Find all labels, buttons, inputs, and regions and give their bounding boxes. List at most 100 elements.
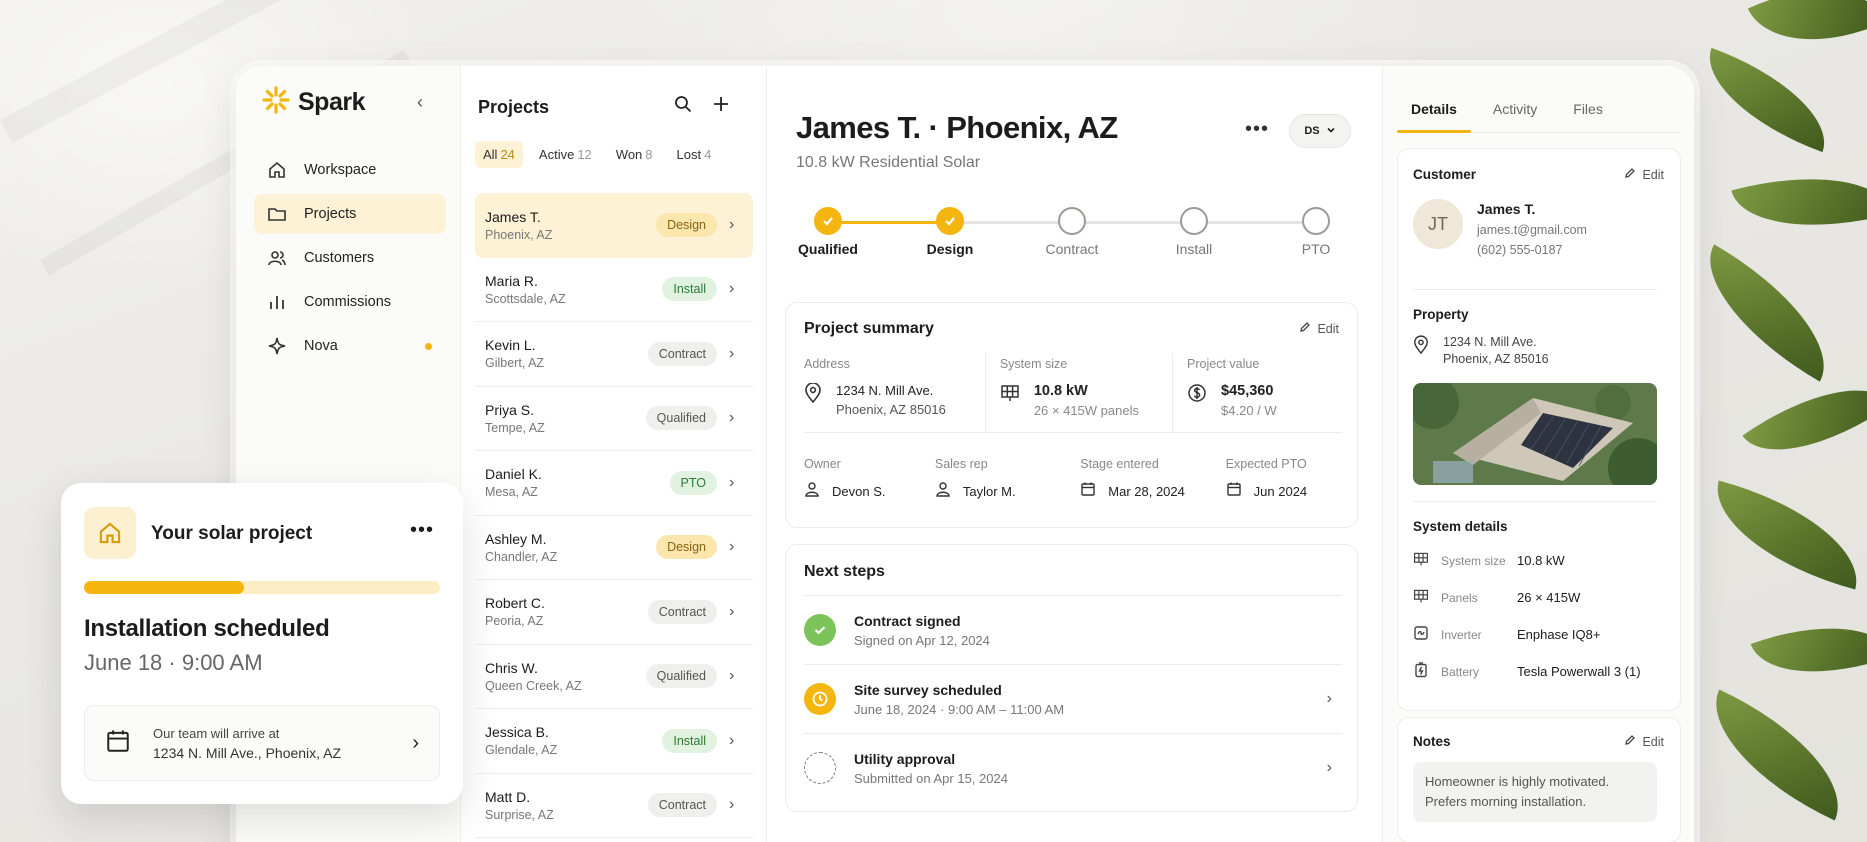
project-name: Jessica B. [485,724,549,741]
property-address: 1234 N. Mill Ave. Phoenix, AZ 85016 [1413,335,1549,366]
stepper-track [950,221,1316,224]
notes-text[interactable]: Homeowner is highly motivated. Prefers m… [1413,762,1657,822]
tab-files[interactable]: Files [1573,66,1603,132]
arrival-info[interactable]: Our team will arrive at 1234 N. Mill Ave… [84,705,440,781]
pencil-icon [1299,321,1311,336]
sidebar-item-commissions[interactable]: Commissions [254,282,446,322]
customer-email[interactable]: james.t@gmail.com [1477,223,1587,237]
filter-won[interactable]: Won 8 [608,141,661,168]
stage-badge: Qualified [645,664,717,689]
detail-tabs: Details Activity Files [1397,66,1681,133]
edit-button[interactable]: Edit [1299,321,1339,336]
customer-phone[interactable]: (602) 555-0187 [1477,243,1587,257]
edit-label: Edit [1642,167,1664,182]
home-icon [84,507,136,559]
chevron-right-icon: › [729,538,735,556]
project-row[interactable]: Matt D. Surprise, AZ Contract › [475,774,753,838]
system-row: Panels 26 × 415W [1413,588,1580,607]
next-step-item[interactable]: Contract signed Signed on Apr 12, 2024 [804,595,1342,664]
customer-title: Customer [1413,167,1477,182]
search-icon[interactable] [673,94,693,119]
sidebar-item-projects[interactable]: Projects [254,194,446,234]
next-step-item[interactable]: Utility approval Submitted on Apr 15, 202… [804,733,1342,802]
clock-icon [804,683,836,715]
filter-count: 8 [645,147,653,162]
edit-customer-button[interactable]: Edit [1624,167,1664,182]
person-icon [935,481,951,502]
address-line2: Phoenix, AZ 85016 [836,402,946,417]
tab-details[interactable]: Details [1397,66,1471,133]
sparkle-icon [266,335,288,357]
sales-rep-label: Sales rep [934,457,988,471]
filter-all[interactable]: All 24 [475,141,523,168]
edit-notes-button[interactable]: Edit [1624,734,1664,749]
chevron-right-icon: › [729,602,735,620]
project-name: Maria R. [485,272,538,289]
step-design[interactable]: Design [910,204,990,257]
summary-bottom-row: Owner Devon S. Sales rep Taylor M. Stage… [804,453,1342,502]
notification-dot [425,342,432,350]
stage-badge: Install [662,277,717,302]
filter-active[interactable]: Active 12 [531,141,600,168]
map-pin-icon [804,382,822,408]
project-row[interactable]: James T. Phoenix, AZ Design › [475,193,753,258]
customer-avatar: JT [1413,199,1463,249]
system-size-cell: System size 10.8 kW 26 × 415W panels [984,353,1172,432]
chevron-right-icon: › [729,796,735,814]
project-row[interactable]: Jessica B. Glendale, AZ Install › [475,709,753,774]
chevron-down-icon [1326,125,1336,138]
project-row[interactable]: Chris W. Queen Creek, AZ Qualified › [475,645,753,709]
more-options-icon[interactable]: ••• [1245,118,1269,141]
project-row[interactable]: Maria R. Scottsdale, AZ Install › [475,258,753,322]
step-label: Install [1175,241,1213,257]
project-name: Matt D. [485,788,531,805]
page-title: James T. · Phoenix, AZ [796,110,1118,145]
note-line: Homeowner is highly motivated. [1425,774,1610,789]
divider [1413,501,1657,502]
tab-activity[interactable]: Activity [1493,66,1537,132]
project-row[interactable]: Priya S. Tempe, AZ Qualified › [475,387,753,451]
system-key: System size [1441,553,1506,568]
project-summary-card: Project summary Edit Address 1234 N. Mil… [785,302,1358,528]
project-row[interactable]: Robert C. Peoria, AZ Contract › [475,580,753,645]
brand-name: Spark [298,88,365,116]
next-step-title: Site survey scheduled [854,681,1002,698]
stage-badge: Design [656,213,717,238]
empty-circle-icon [1302,207,1330,235]
calendar-icon [1080,481,1096,502]
user-menu[interactable]: DS [1289,114,1351,148]
filter-lost[interactable]: Lost 4 [669,141,720,168]
chevron-right-icon: › [729,344,735,362]
check-icon [936,207,964,235]
sidebar-item-nova[interactable]: Nova [254,326,446,366]
notes-title: Notes [1413,734,1451,749]
brand[interactable]: Spark [262,86,365,119]
step-install[interactable]: Install [1154,204,1234,257]
owner-cell: Owner Devon S. [804,453,935,502]
sidebar-nav: Workspace Projects Customers Commissions [254,150,446,370]
step-pto[interactable]: PTO [1276,204,1356,257]
project-filters: All 24 Active 12 Won 8 Lost 4 [475,141,719,168]
property-photo[interactable] [1413,383,1657,485]
step-qualified[interactable]: Qualified [788,204,868,257]
system-value: 10.8 kW [1517,553,1565,568]
project-row[interactable]: Ashley M. Chandler, AZ Design › [475,516,753,580]
details-card: Customer Edit JT James T. james.t@gmail.… [1397,148,1681,711]
sidebar-item-customers[interactable]: Customers [254,238,446,278]
sidebar-item-workspace[interactable]: Workspace [254,150,446,190]
project-value-label: Project value [1187,357,1260,371]
more-options-icon[interactable]: ••• [410,519,434,542]
stage-entered-cell: Stage entered Mar 28, 2024 [1080,453,1225,502]
sidebar-item-label: Nova [304,338,338,354]
note-line: Prefers morning installation. [1425,794,1587,809]
project-row[interactable]: Daniel K. Mesa, AZ PTO › [475,451,753,516]
panels-grid-icon [1413,588,1429,607]
step-contract[interactable]: Contract [1032,204,1112,257]
right-panel: Details Activity Files Customer Edit JT … [1382,66,1694,842]
sidebar-item-label: Projects [304,206,357,222]
sun-logo-icon [262,86,290,119]
add-project-icon[interactable] [711,94,731,119]
next-step-item[interactable]: Site survey scheduled June 18, 2024 · 9:0… [804,664,1342,733]
project-row[interactable]: Kevin L. Gilbert, AZ Contract › [475,322,753,387]
collapse-sidebar-icon[interactable]: ‹ [417,92,423,113]
